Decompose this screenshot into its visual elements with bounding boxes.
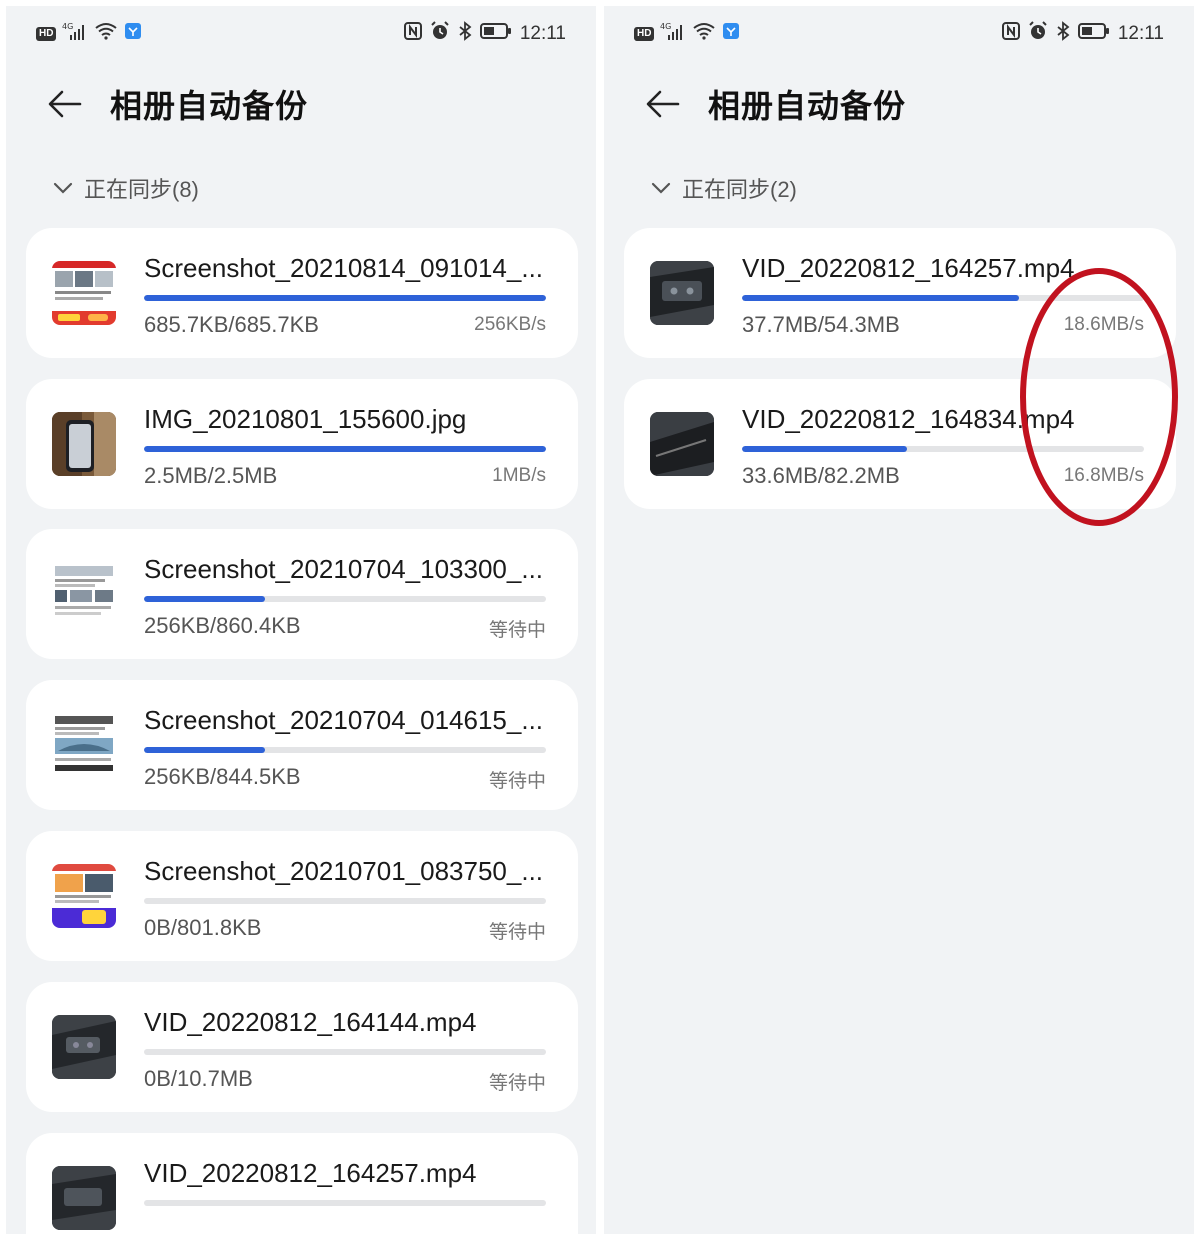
sync-group-header[interactable]: 正在同步(8) bbox=[52, 172, 199, 204]
progress-fill bbox=[742, 446, 907, 452]
transfer-status: 1MB/s bbox=[492, 465, 546, 486]
back-arrow-icon[interactable] bbox=[644, 85, 682, 123]
page-title: 相册自动备份 bbox=[110, 88, 309, 124]
progress-bar bbox=[144, 898, 546, 904]
list-item[interactable]: IMG_20210801_155600.jpg 2.5MB/2.5MB 1MB/… bbox=[26, 379, 578, 509]
screenshot-thumbnail bbox=[52, 261, 116, 325]
file-name: Screenshot_20210814_091014_... bbox=[144, 253, 544, 283]
progress-fill bbox=[144, 596, 265, 602]
file-size: 256KB/860.4KB bbox=[144, 613, 301, 638]
svg-text:4G: 4G bbox=[62, 22, 73, 31]
transfer-status: 等待中 bbox=[488, 1073, 546, 1094]
list-item[interactable]: VID_20220812_164257.mp4 bbox=[26, 1133, 578, 1234]
hd-icon: HD bbox=[634, 27, 655, 41]
right-phone-screen: HD 4G 12:11 相册自动备份 正在同步(2) VID_20220812_… bbox=[604, 6, 1194, 1234]
nfc-icon bbox=[403, 21, 422, 47]
signal-icon: 4G bbox=[660, 21, 686, 47]
transfer-status: 等待中 bbox=[488, 922, 546, 943]
back-arrow-icon[interactable] bbox=[46, 85, 84, 123]
file-size: 0B/801.8KB bbox=[144, 915, 262, 940]
list-item[interactable]: VID_20220812_164257.mp4 37.7MB/54.3MB 18… bbox=[624, 228, 1176, 358]
progress-bar bbox=[742, 446, 1144, 452]
chevron-down-icon bbox=[53, 182, 73, 194]
file-name: VID_20220812_164257.mp4 bbox=[742, 253, 1075, 283]
sync-group-label: 正在同步(8) bbox=[84, 177, 199, 202]
file-name: Screenshot_20210704_014615_... bbox=[144, 705, 544, 735]
battery-icon bbox=[1077, 22, 1110, 46]
status-bar: HD 4G 12:11 bbox=[36, 20, 566, 48]
hd-icon: HD bbox=[36, 27, 57, 41]
chevron-down-icon bbox=[651, 182, 671, 194]
progress-bar bbox=[144, 1200, 546, 1206]
bluetooth-icon bbox=[1056, 21, 1070, 47]
transfer-status: 16.8MB/s bbox=[1063, 465, 1144, 486]
bluetooth-icon bbox=[458, 21, 472, 47]
file-size: 685.7KB/685.7KB bbox=[144, 312, 319, 337]
file-name: VID_20220812_164144.mp4 bbox=[144, 1007, 477, 1037]
page-header: 相册自动备份 bbox=[644, 76, 906, 132]
list-item[interactable]: VID_20220812_164144.mp4 0B/10.7MB 等待中 bbox=[26, 982, 578, 1112]
screenshot-thumbnail bbox=[52, 713, 116, 777]
file-size: 33.6MB/82.2MB bbox=[742, 463, 900, 488]
transfer-status: 等待中 bbox=[488, 771, 546, 792]
page-header: 相册自动备份 bbox=[46, 76, 308, 132]
sync-group-header[interactable]: 正在同步(2) bbox=[650, 172, 797, 204]
status-time: 12:11 bbox=[1117, 23, 1164, 44]
photo-thumbnail bbox=[52, 412, 116, 476]
status-bar: HD 4G 12:11 bbox=[634, 20, 1164, 48]
list-item[interactable]: Screenshot_20210704_014615_... 256KB/844… bbox=[26, 680, 578, 810]
progress-bar bbox=[144, 1049, 546, 1055]
app-icon bbox=[722, 22, 740, 46]
transfer-status: 18.6MB/s bbox=[1063, 314, 1144, 335]
progress-bar bbox=[144, 295, 546, 301]
progress-fill bbox=[742, 295, 1020, 301]
progress-bar bbox=[144, 596, 546, 602]
nfc-icon bbox=[1001, 21, 1020, 47]
file-size: 37.7MB/54.3MB bbox=[742, 312, 900, 337]
video-thumbnail bbox=[52, 1166, 116, 1230]
page-title: 相册自动备份 bbox=[708, 88, 907, 124]
wifi-icon bbox=[94, 21, 118, 47]
status-time: 12:11 bbox=[519, 23, 566, 44]
file-size: 0B/10.7MB bbox=[144, 1066, 253, 1091]
app-icon bbox=[124, 22, 142, 46]
progress-fill bbox=[144, 747, 265, 753]
alarm-icon bbox=[430, 21, 450, 47]
video-thumbnail bbox=[650, 412, 714, 476]
file-size: 256KB/844.5KB bbox=[144, 764, 301, 789]
sync-group-label: 正在同步(2) bbox=[682, 177, 797, 202]
transfer-status: 256KB/s bbox=[474, 314, 546, 335]
progress-bar bbox=[144, 446, 546, 452]
svg-text:4G: 4G bbox=[660, 22, 671, 31]
progress-fill bbox=[144, 295, 546, 301]
progress-bar bbox=[144, 747, 546, 753]
list-item[interactable]: VID_20220812_164834.mp4 33.6MB/82.2MB 16… bbox=[624, 379, 1176, 509]
progress-fill bbox=[144, 446, 546, 452]
file-size: 2.5MB/2.5MB bbox=[144, 463, 278, 488]
file-name: Screenshot_20210704_103300_... bbox=[144, 554, 544, 584]
list-item[interactable]: Screenshot_20210701_083750_... 0B/801.8K… bbox=[26, 831, 578, 961]
wifi-icon bbox=[692, 21, 716, 47]
signal-icon: 4G bbox=[62, 21, 88, 47]
file-name: VID_20220812_164834.mp4 bbox=[742, 404, 1075, 434]
battery-icon bbox=[479, 22, 512, 46]
file-name: IMG_20210801_155600.jpg bbox=[144, 404, 467, 434]
progress-bar bbox=[742, 295, 1144, 301]
list-item[interactable]: Screenshot_20210814_091014_... 685.7KB/6… bbox=[26, 228, 578, 358]
video-thumbnail bbox=[650, 261, 714, 325]
screenshot-thumbnail bbox=[52, 562, 116, 626]
alarm-icon bbox=[1028, 21, 1048, 47]
file-name: Screenshot_20210701_083750_... bbox=[144, 856, 544, 886]
list-item[interactable]: Screenshot_20210704_103300_... 256KB/860… bbox=[26, 529, 578, 659]
screenshot-thumbnail bbox=[52, 864, 116, 928]
file-name: VID_20220812_164257.mp4 bbox=[144, 1158, 477, 1188]
transfer-status: 等待中 bbox=[488, 620, 546, 641]
video-thumbnail bbox=[52, 1015, 116, 1079]
left-phone-screen: HD 4G 12:11 相册自动备份 正在同步(8) Screenshot_20… bbox=[6, 6, 596, 1234]
